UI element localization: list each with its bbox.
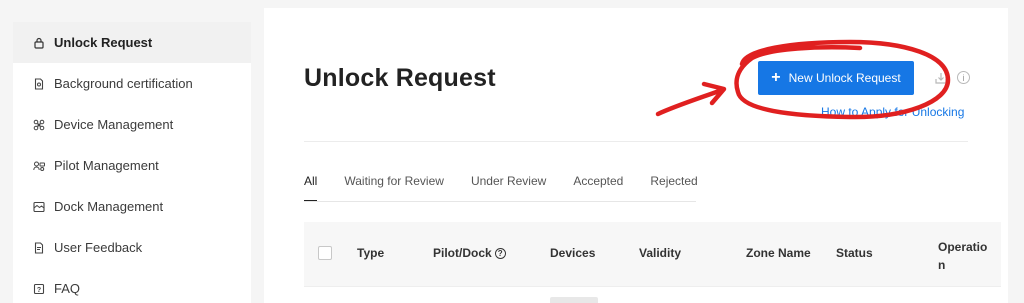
pilot-icon xyxy=(33,160,45,172)
document-icon xyxy=(33,77,45,90)
tab-under-review[interactable]: Under Review xyxy=(471,174,546,200)
column-pilot-dock-label: Pilot/Dock xyxy=(433,246,492,260)
tab-waiting-for-review[interactable]: Waiting for Review xyxy=(344,174,444,200)
column-zone-name: Zone Name xyxy=(746,246,811,260)
sidebar-item-unlock-request[interactable]: Unlock Request xyxy=(13,22,251,63)
select-all-checkbox[interactable] xyxy=(318,246,332,260)
tab-accepted[interactable]: Accepted xyxy=(573,174,623,200)
tab-all[interactable]: All xyxy=(304,174,318,202)
table-header: Type Pilot/Dock? Devices Validity Zone N… xyxy=(304,222,1001,286)
sidebar-item-label: User Feedback xyxy=(54,240,143,255)
row-placeholder xyxy=(550,297,598,303)
how-to-apply-link[interactable]: How to Apply for Unlocking xyxy=(821,105,964,119)
column-status: Status xyxy=(836,246,873,260)
new-unlock-request-button[interactable]: + New Unlock Request xyxy=(758,61,914,95)
sidebar-item-dock-management[interactable]: Dock Management xyxy=(13,186,251,227)
question-icon: ? xyxy=(33,283,45,295)
status-tabs: All Waiting for Review Under Review Acce… xyxy=(304,174,725,202)
column-validity: Validity xyxy=(639,246,682,260)
feedback-icon xyxy=(33,241,45,254)
column-devices: Devices xyxy=(550,246,596,260)
new-unlock-request-label: New Unlock Request xyxy=(788,71,901,85)
sidebar-item-label: Pilot Management xyxy=(54,158,159,173)
column-operation: Operatio n xyxy=(938,240,988,272)
lock-icon xyxy=(33,37,45,49)
divider xyxy=(304,141,968,142)
info-icon[interactable]: i xyxy=(957,71,970,84)
svg-text:?: ? xyxy=(37,287,41,294)
plus-icon: + xyxy=(771,69,781,86)
tab-rejected[interactable]: Rejected xyxy=(650,174,697,200)
sidebar-item-device-management[interactable]: Device Management xyxy=(13,104,251,145)
help-icon[interactable]: ? xyxy=(494,248,506,259)
sidebar-item-label: FAQ xyxy=(54,281,81,296)
sidebar-item-faq[interactable]: ? FAQ xyxy=(13,268,251,303)
sidebar-item-background-certification[interactable]: Background certification xyxy=(13,63,251,104)
sidebar-item-user-feedback[interactable]: User Feedback xyxy=(13,227,251,268)
sidebar: Unlock Request Background certification … xyxy=(13,22,251,303)
tabs-underline xyxy=(304,201,696,202)
sidebar-item-label: Dock Management xyxy=(54,199,164,214)
export-icon[interactable] xyxy=(934,71,948,85)
column-pilot-dock: Pilot/Dock? xyxy=(433,246,506,260)
sidebar-item-label: Unlock Request xyxy=(54,35,153,50)
sidebar-item-pilot-management[interactable]: Pilot Management xyxy=(13,145,251,186)
main-panel: Unlock Request + New Unlock Request i Ho… xyxy=(264,8,1008,303)
column-type: Type xyxy=(357,246,385,260)
sidebar-item-label: Device Management xyxy=(54,117,174,132)
dock-icon xyxy=(33,201,45,213)
sidebar-item-label: Background certification xyxy=(54,76,193,91)
page-title: Unlock Request xyxy=(304,64,496,92)
drone-icon xyxy=(33,119,45,131)
row-divider xyxy=(304,286,1001,287)
